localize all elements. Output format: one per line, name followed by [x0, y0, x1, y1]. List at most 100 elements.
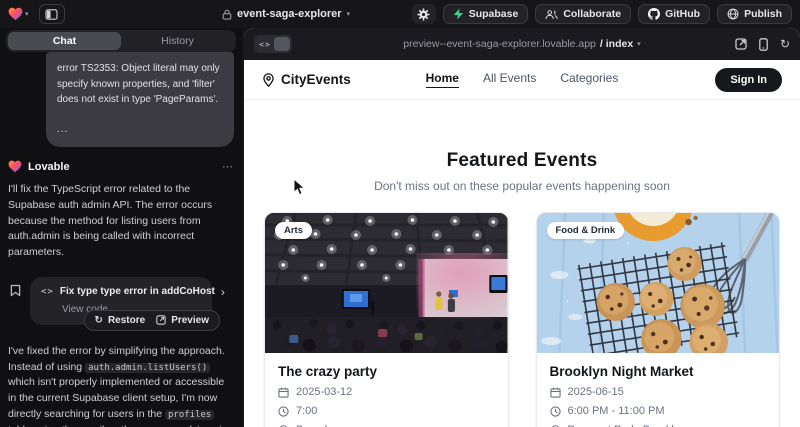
people-icon	[545, 9, 558, 20]
preview-toolbar-icons: ↻	[735, 37, 790, 51]
clock-icon	[278, 406, 289, 417]
bookmark-icon[interactable]	[10, 284, 21, 297]
chevron-down-icon: ▾	[25, 11, 29, 18]
supabase-label: Supabase	[469, 8, 519, 20]
lovable-heart-icon	[8, 7, 23, 21]
assistant-header: Lovable ⋯	[8, 160, 234, 173]
github-label: GitHub	[665, 8, 700, 20]
event-title: The crazy party	[278, 364, 495, 379]
preview-panel: <> preview--event-saga-explorer.lovable.…	[244, 28, 800, 427]
event-image-cookies: Food & Drink	[537, 213, 780, 353]
event-time-row: 7:00	[278, 405, 495, 417]
event-card[interactable]: Food & Drink Brooklyn Night Market 2025-…	[536, 212, 781, 427]
toggle-knob	[274, 37, 290, 51]
nav-home[interactable]: Home	[426, 71, 459, 88]
inline-code: auth.admin.listUsers()	[85, 363, 210, 373]
event-time-row: 6:00 PM - 11:00 PM	[550, 405, 767, 417]
event-card-body: Brooklyn Night Market 2025-06-15	[537, 353, 780, 427]
more-options-icon[interactable]: ⋯	[222, 160, 234, 173]
preview-site: CityEvents Home All Events Categories Si…	[244, 60, 800, 427]
nav-categories[interactable]: Categories	[560, 71, 618, 88]
external-link-icon	[735, 38, 747, 50]
event-time: 6:00 PM - 11:00 PM	[568, 405, 665, 417]
code-icon: <>	[41, 287, 54, 297]
toggle-sidebar-button[interactable]	[39, 4, 65, 24]
preview-window-icon	[156, 315, 166, 325]
assistant-name: Lovable	[28, 161, 70, 173]
version-actions: ↻ Restore Preview	[84, 310, 220, 331]
tool-call-title: Fix type type error in addCoHost	[60, 286, 215, 297]
top-bar-left: ▾	[8, 4, 65, 24]
event-date: 2025-06-15	[568, 386, 624, 398]
category-badge: Arts	[275, 222, 312, 239]
lock-icon	[222, 9, 232, 20]
calendar-icon	[550, 387, 561, 398]
tab-chat[interactable]: Chat	[8, 32, 121, 50]
preview-button[interactable]: Preview	[156, 315, 209, 326]
project-switcher[interactable]: event-saga-explorer ▾	[222, 0, 350, 28]
panel-left-icon	[45, 9, 58, 20]
message-ellipsis: ...	[57, 122, 223, 138]
sign-in-button[interactable]: Sign In	[715, 68, 782, 92]
lovable-heart-icon	[8, 160, 22, 173]
calendar-icon	[278, 387, 289, 398]
mobile-view-button[interactable]	[759, 38, 768, 51]
chevron-down-icon[interactable]: ▾	[637, 41, 641, 48]
supabase-button[interactable]: Supabase	[443, 4, 529, 24]
event-image-conference: Arts	[265, 213, 508, 353]
clock-icon	[550, 406, 561, 417]
preview-toolbar: <> preview--event-saga-explorer.lovable.…	[244, 28, 800, 60]
category-badge: Food & Drink	[547, 222, 625, 239]
site-brand-label: CityEvents	[281, 72, 351, 87]
site-header: CityEvents Home All Events Categories Si…	[244, 60, 800, 100]
event-cards: Arts The crazy party 2025-03-12	[264, 212, 780, 427]
tool-call-title-row: <> Fix type type error in addCoHost ›	[41, 286, 201, 298]
code-icon: <>	[256, 40, 274, 49]
tab-history[interactable]: History	[121, 32, 234, 50]
restore-button[interactable]: ↻ Restore	[95, 315, 146, 326]
featured-section: Featured Events Don't miss out on these …	[244, 100, 800, 193]
event-card-body: The crazy party 2025-03-12	[265, 353, 508, 427]
project-name: event-saga-explorer	[237, 8, 342, 20]
smartphone-icon	[759, 38, 768, 51]
github-button[interactable]: GitHub	[638, 4, 710, 24]
open-external-button[interactable]	[735, 38, 747, 50]
chevron-down-icon: ▾	[347, 11, 351, 18]
event-time: 7:00	[296, 405, 317, 417]
user-message-text: error TS2353: Object literal may only sp…	[57, 61, 223, 108]
chat-scroll-area[interactable]: error TS2353: Object literal may only sp…	[0, 52, 242, 427]
preview-route[interactable]: / index	[600, 38, 633, 50]
assistant-intro-text: I'll fix the TypeScript error related to…	[8, 182, 234, 261]
event-date-row: 2025-06-15	[550, 386, 767, 398]
chat-sidebar: Chat History error TS2353: Object litera…	[0, 28, 242, 427]
preview-label: Preview	[171, 315, 209, 326]
globe-icon	[727, 8, 739, 20]
restore-label: Restore	[108, 315, 145, 326]
chat-history-tabs: Chat History	[6, 30, 236, 52]
top-bar-actions: Supabase Collaborate GitHub	[412, 4, 792, 24]
map-pin-icon	[262, 73, 275, 87]
lovable-logo-menu[interactable]: ▾	[8, 7, 29, 21]
nav-all-events[interactable]: All Events	[483, 71, 536, 88]
inline-code: profiles	[165, 410, 214, 420]
publish-button[interactable]: Publish	[717, 4, 792, 24]
preview-url[interactable]: preview--event-saga-explorer.lovable.app	[403, 38, 596, 50]
event-date: 2025-03-12	[296, 386, 352, 398]
user-message-bubble: error TS2353: Object literal may only sp…	[46, 52, 234, 147]
supabase-icon	[453, 8, 464, 20]
gear-icon	[417, 8, 430, 21]
collaborate-label: Collaborate	[563, 8, 621, 20]
preview-url-bar: preview--event-saga-explorer.lovable.app…	[244, 38, 800, 50]
lovable-app-window: ▾ event-saga-explorer ▾	[0, 0, 800, 427]
code-preview-toggle[interactable]: <>	[254, 35, 292, 53]
event-card[interactable]: Arts The crazy party 2025-03-12	[264, 212, 509, 427]
assistant-body-text: I've fixed the error by simplifying the …	[8, 344, 234, 427]
github-icon	[648, 8, 660, 20]
top-bar: ▾ event-saga-explorer ▾	[0, 0, 800, 28]
featured-subheading: Don't miss out on these popular events h…	[244, 179, 800, 193]
collaborate-button[interactable]: Collaborate	[535, 4, 631, 24]
settings-button[interactable]	[412, 4, 436, 24]
site-brand[interactable]: CityEvents	[262, 72, 351, 87]
refresh-button[interactable]: ↻	[780, 37, 790, 51]
tool-call-section: <> Fix type type error in addCoHost › Vi…	[8, 277, 234, 335]
